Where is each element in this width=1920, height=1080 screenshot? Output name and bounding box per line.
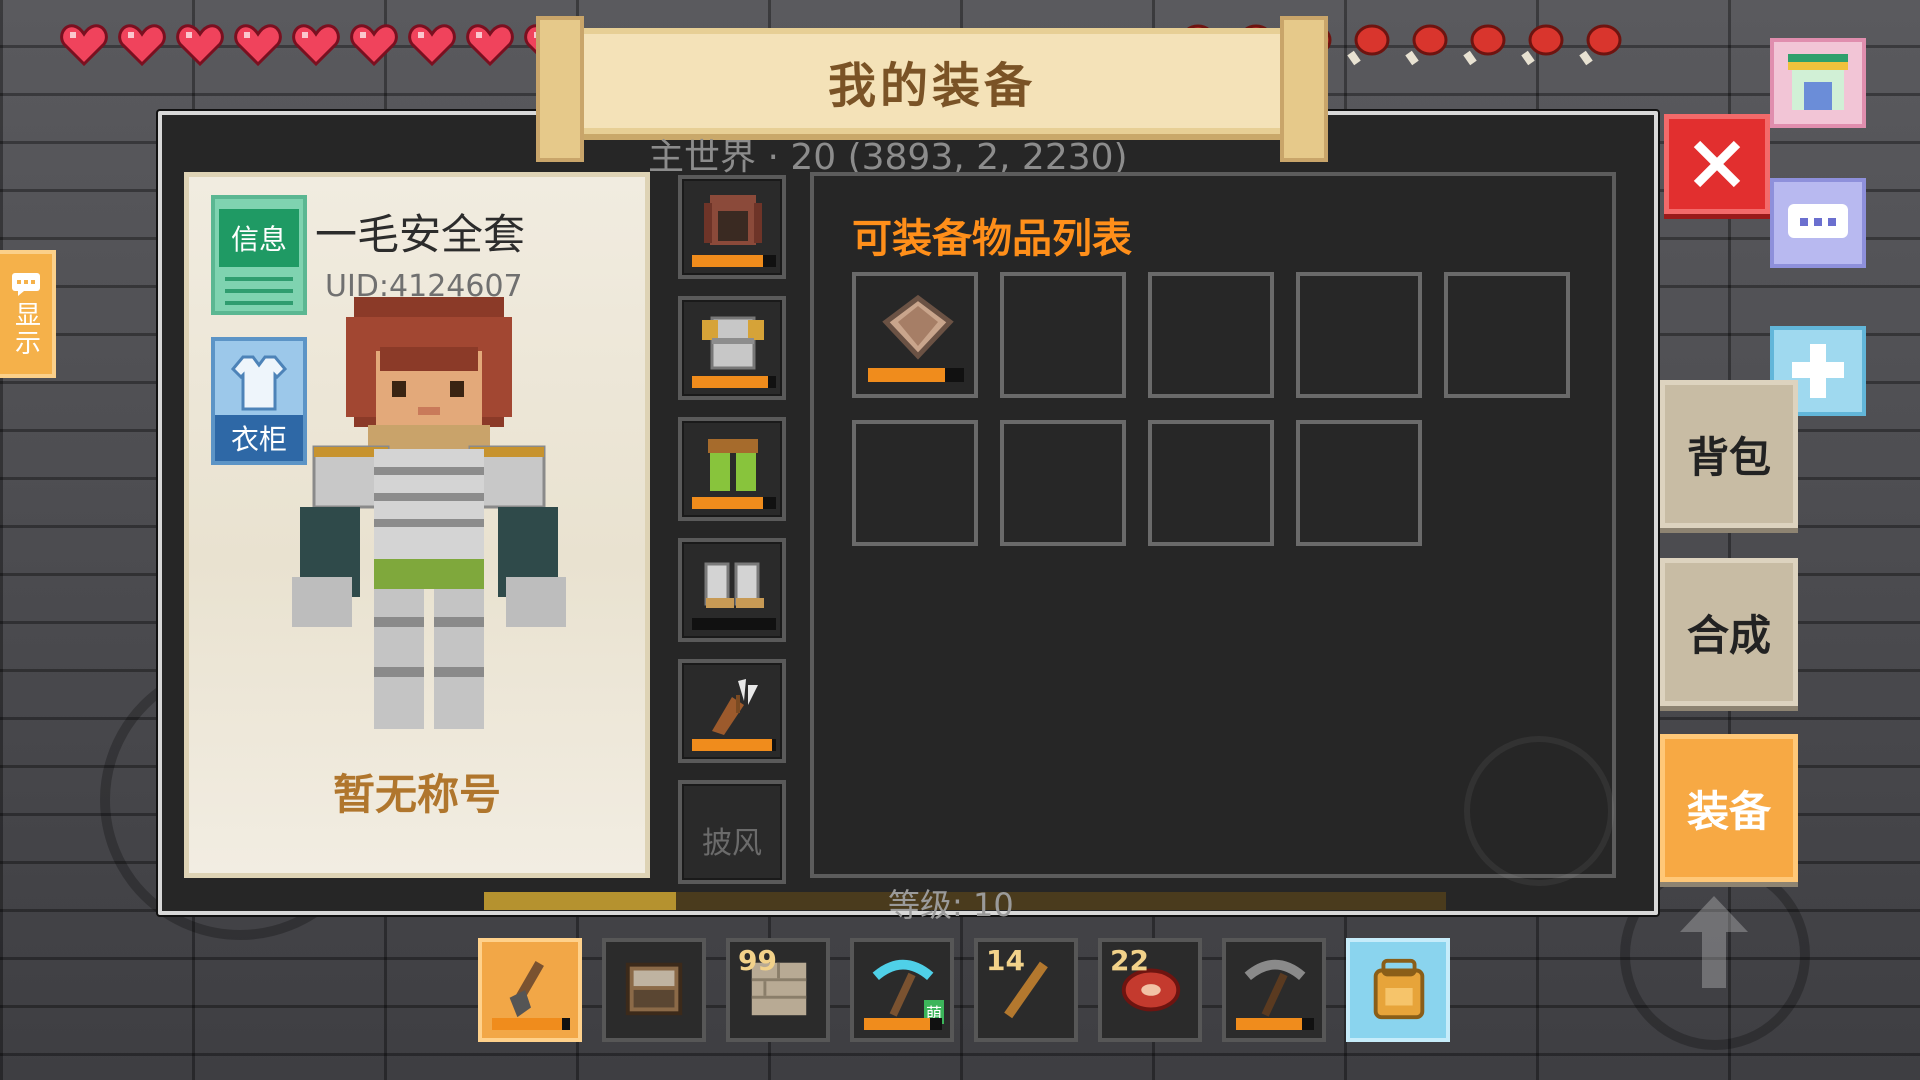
durability-bar <box>492 1018 570 1030</box>
durability-bar <box>692 255 776 267</box>
hood-icon <box>704 195 762 245</box>
durability-bar <box>692 618 776 630</box>
hotbar-slot[interactable] <box>602 938 706 1042</box>
tab-equip[interactable]: 装备 <box>1660 734 1798 882</box>
equippable-items-grid <box>852 272 1570 546</box>
equippable-items-panel: 可装备物品列表 <box>810 172 1616 886</box>
character-card: 信息 衣柜 一毛安全套 UID:4124607 暂无称号 <box>184 172 650 878</box>
heart-icon <box>466 22 514 68</box>
durability-bar <box>692 376 776 388</box>
item-count: 99 <box>738 944 777 977</box>
inventory-empty-slot[interactable] <box>1296 272 1422 398</box>
hotbar-slot[interactable]: 22 <box>1098 938 1202 1042</box>
hotbar-slot[interactable] <box>1222 938 1326 1042</box>
heart-icon <box>292 22 340 68</box>
shield-icon <box>882 294 954 360</box>
legs-slot[interactable] <box>678 417 786 521</box>
jump-arrow-icon <box>1680 896 1748 988</box>
info-button-label: 信息 <box>219 209 299 267</box>
page-title: 我的装备 <box>827 58 1036 114</box>
chat-icon <box>1788 204 1848 238</box>
heart-icon <box>118 22 166 68</box>
inventory-item-shield[interactable] <box>852 272 978 398</box>
boots-slot[interactable] <box>678 538 786 642</box>
boots-icon <box>704 562 764 608</box>
character-avatar <box>292 297 566 729</box>
chestplate-icon <box>702 316 764 370</box>
meat-drumstick-icon <box>1518 22 1566 68</box>
shovel-icon <box>509 960 544 1018</box>
heart-icon <box>60 22 108 68</box>
workbench-icon <box>625 962 683 1016</box>
document-lines-icon <box>225 277 293 281</box>
backpack-button[interactable] <box>1346 938 1450 1042</box>
meat-drumstick-icon <box>1402 22 1450 68</box>
inventory-empty-slot[interactable] <box>852 420 978 546</box>
equipment-slots: 披风 <box>678 175 786 901</box>
shop-icon <box>1788 54 1848 110</box>
meat-drumstick-icon <box>1576 22 1624 68</box>
durability-bar <box>868 368 964 382</box>
tab-craft[interactable]: 合成 <box>1660 558 1798 706</box>
tab-backpack[interactable]: 背包 <box>1660 380 1798 528</box>
display-tab-label: 显示 <box>10 301 41 357</box>
cape-slot[interactable]: 披风 <box>678 780 786 884</box>
close-icon <box>1693 140 1741 188</box>
quiver-icon <box>712 679 758 735</box>
hotbar-slot[interactable]: 14 <box>974 938 1078 1042</box>
title-banner: 我的装备 <box>536 16 1328 162</box>
close-button[interactable] <box>1664 114 1770 214</box>
chat-bubble-icon <box>12 273 40 296</box>
inventory-empty-slot[interactable] <box>1000 272 1126 398</box>
hotbar-slot[interactable]: 99 <box>726 938 830 1042</box>
durability-bar <box>692 739 776 751</box>
hotbar-slot[interactable] <box>478 938 582 1042</box>
leggings-icon <box>708 439 758 491</box>
inventory-empty-slot[interactable] <box>1148 420 1274 546</box>
cape-slot-label: 披风 <box>702 826 762 861</box>
inventory-empty-slot[interactable] <box>1444 272 1570 398</box>
player-name: 一毛安全套 <box>315 210 526 259</box>
helmet-slot[interactable] <box>678 175 786 279</box>
item-count: 14 <box>986 944 1025 977</box>
equippable-items-title: 可装备物品列表 <box>852 216 1132 262</box>
durability-bar <box>692 497 776 509</box>
durability-bar <box>864 1018 942 1030</box>
fist-watermark-icon <box>1464 736 1614 886</box>
health-bar <box>60 22 572 68</box>
inventory-empty-slot[interactable] <box>1148 272 1274 398</box>
chest-slot[interactable] <box>678 296 786 400</box>
chat-button[interactable] <box>1770 178 1866 268</box>
heart-icon <box>350 22 398 68</box>
inventory-empty-slot[interactable] <box>1000 420 1126 546</box>
item-count: 22 <box>1110 944 1149 977</box>
quiver-slot[interactable] <box>678 659 786 763</box>
shop-button[interactable] <box>1770 38 1866 128</box>
meat-drumstick-icon <box>1344 22 1392 68</box>
durability-bar <box>1236 1018 1314 1030</box>
inventory-empty-slot[interactable] <box>1296 420 1422 546</box>
backpack-icon <box>1373 958 1425 1020</box>
hotbar-slot[interactable]: 萌 <box>850 938 954 1042</box>
stone-pickaxe-icon <box>1244 959 1306 1017</box>
level-label: 等级: 10 <box>888 886 1014 924</box>
display-toggle-tab[interactable]: 显示 <box>0 250 56 378</box>
heart-icon <box>408 22 456 68</box>
player-title: 暂无称号 <box>332 770 501 819</box>
hotbar: 99 萌 14 22 <box>478 938 1450 1042</box>
meat-drumstick-icon <box>1460 22 1508 68</box>
heart-icon <box>234 22 282 68</box>
shirt-icon <box>231 355 287 411</box>
heart-icon <box>176 22 224 68</box>
